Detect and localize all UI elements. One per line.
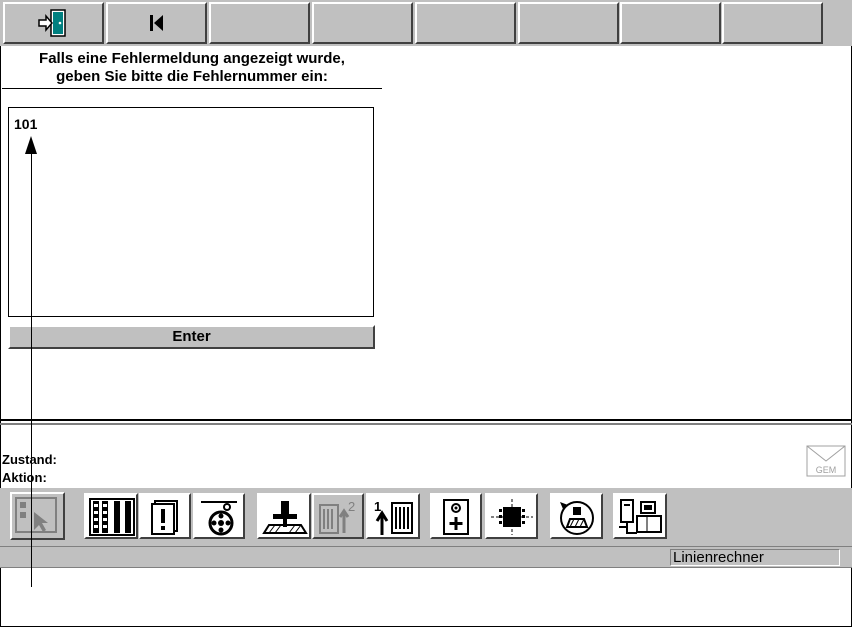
aktion-label: Aktion:	[2, 470, 47, 485]
toolbar-button-7[interactable]	[620, 2, 721, 44]
prompt-line-1: Falls eine Fehlermeldung angezeigt wurde…	[39, 50, 345, 67]
toolbar-button-6[interactable]	[518, 2, 619, 44]
error-number-prompt: Falls eine Fehlermeldung angezeigt wurde…	[2, 50, 382, 86]
stack-step-1-icon: 1	[374, 499, 413, 535]
select-cursor-button[interactable]	[10, 492, 65, 540]
rotate-station-button[interactable]	[550, 493, 603, 539]
annotation-arrow-head	[25, 136, 37, 154]
reel-feed-icon	[201, 501, 237, 536]
svg-text:1: 1	[374, 499, 381, 514]
film-strip-button[interactable]	[84, 493, 138, 539]
press-station-button[interactable]	[257, 493, 311, 539]
chip-module-icon	[491, 499, 533, 535]
svg-text:GEM: GEM	[816, 465, 837, 475]
error-number-field[interactable]: 101	[8, 107, 374, 317]
skip-to-start-icon	[149, 15, 163, 31]
reel-feed-button[interactable]	[193, 493, 245, 539]
gem-mail-icon[interactable]: GEM	[806, 445, 846, 477]
alert-card-button[interactable]	[139, 493, 191, 539]
first-record-button[interactable]	[106, 2, 207, 44]
camera-add-button[interactable]	[430, 493, 482, 539]
status-bar: Linienrechner	[0, 546, 852, 568]
rotate-station-icon	[560, 501, 594, 535]
toolbar-filler	[837, 0, 852, 46]
exit-button[interactable]	[3, 2, 104, 44]
toolbar-button-4[interactable]	[312, 2, 413, 44]
divider-line	[0, 419, 852, 421]
annotation-arrow-line	[31, 150, 32, 587]
select-cursor-icon	[15, 497, 57, 533]
toolbar-button-8[interactable]	[722, 2, 823, 44]
top-toolbar	[0, 0, 837, 46]
enter-button[interactable]: Enter	[8, 325, 375, 349]
prompt-line-2: geben Sie bitte die Fehlernummer ein:	[56, 68, 328, 85]
function-icon-bar: 2 1	[0, 488, 852, 546]
zustand-label: Zustand:	[2, 452, 57, 467]
svg-text:2: 2	[348, 499, 355, 514]
alert-card-icon	[151, 500, 178, 535]
exit-door-icon	[37, 9, 66, 37]
computer-network-button[interactable]	[613, 493, 667, 539]
chip-module-button[interactable]	[485, 493, 538, 539]
stack-step-2-icon: 2	[319, 499, 355, 534]
computer-network-icon	[619, 499, 662, 534]
stack-step-1-button[interactable]: 1	[366, 493, 420, 539]
toolbar-button-5[interactable]	[415, 2, 516, 44]
camera-add-icon	[443, 499, 469, 535]
computer-name-field: Linienrechner	[670, 549, 840, 566]
error-number-value: 101	[14, 116, 38, 132]
press-station-icon	[262, 501, 308, 534]
prompt-underline	[2, 88, 382, 89]
stack-step-2-button[interactable]: 2	[312, 493, 364, 539]
toolbar-button-3[interactable]	[209, 2, 310, 44]
divider-line-shadow	[0, 423, 852, 425]
film-strip-icon	[89, 498, 135, 536]
